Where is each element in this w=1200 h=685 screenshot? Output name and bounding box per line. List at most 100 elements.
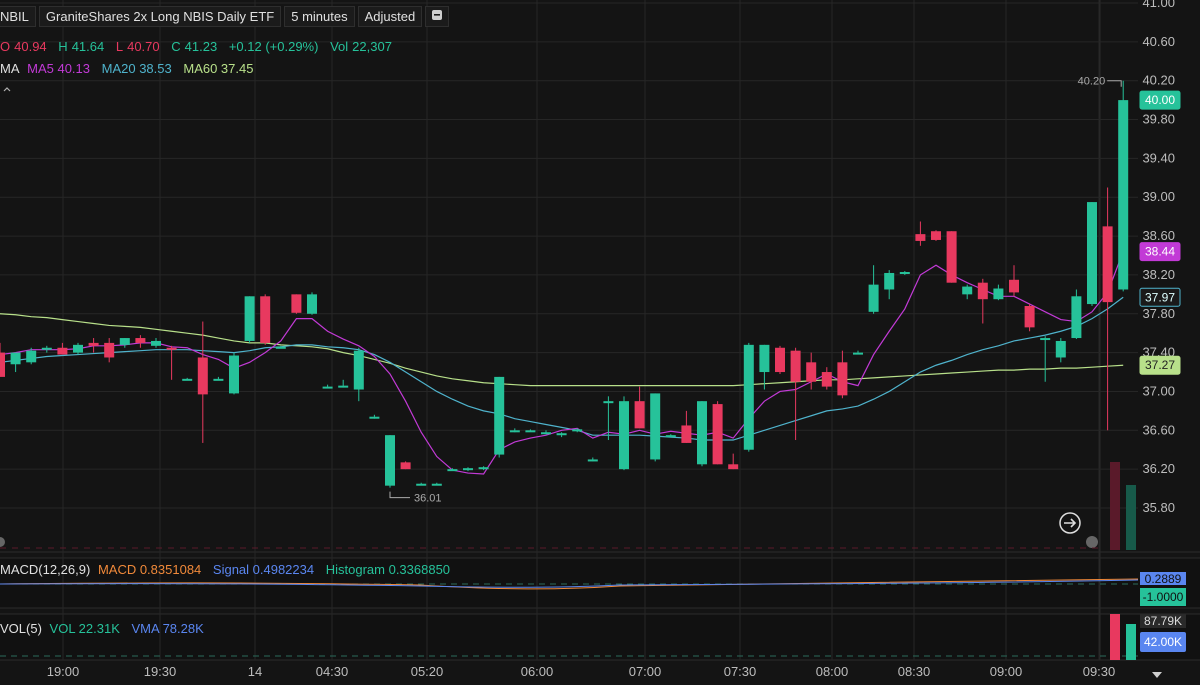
candle-body[interactable] xyxy=(244,296,255,341)
security-name: GraniteShares 2x Long NBIS Daily ETF xyxy=(38,6,282,27)
vol-label[interactable]: VOL(5) xyxy=(0,621,42,636)
candle-body[interactable] xyxy=(556,433,567,436)
candle-body[interactable] xyxy=(431,483,442,486)
candle-body[interactable] xyxy=(119,338,130,345)
candle-body[interactable] xyxy=(541,432,551,435)
candle-body[interactable] xyxy=(0,352,5,377)
candle-body[interactable] xyxy=(712,404,723,465)
candle-body[interactable] xyxy=(353,350,364,390)
time-axis-label: 08:30 xyxy=(898,664,931,679)
ma-label[interactable]: MA xyxy=(0,61,20,76)
ma20-price-tag: 37.97 xyxy=(1145,290,1175,304)
candle-body[interactable] xyxy=(291,294,302,313)
volume-value: 22,307 xyxy=(352,39,392,54)
candlestick-chart[interactable]: 41.00 40.60 40.20 39.80 39.40 39.00 38.60 38.20… xyxy=(0,0,1200,680)
candle-body[interactable] xyxy=(993,288,1004,300)
candle-body[interactable] xyxy=(1087,202,1097,305)
candle-body[interactable] xyxy=(759,344,770,373)
candle-body[interactable] xyxy=(634,401,645,429)
settings-icon[interactable] xyxy=(425,6,450,27)
candle-body[interactable] xyxy=(821,372,832,387)
candle-body[interactable] xyxy=(962,286,973,295)
candle-body[interactable] xyxy=(135,338,146,343)
ohlc-legend: O 40.94 H 41.64 L 40.70 C 41.23 +0.12 (+0.29… xyxy=(0,39,400,54)
price-axis-label: 38.60 xyxy=(1142,228,1175,243)
open-label: O xyxy=(0,39,11,54)
candle-body[interactable] xyxy=(775,347,785,373)
candle-body[interactable] xyxy=(494,376,505,455)
volume-bar xyxy=(1126,485,1136,550)
collapse-chevron-icon[interactable] xyxy=(3,81,11,95)
candle-body[interactable] xyxy=(478,467,489,470)
vol-value: VOL 22.31K xyxy=(49,621,120,636)
candle-body[interactable] xyxy=(790,350,801,382)
candle-body[interactable] xyxy=(977,282,988,300)
symbol-label[interactable]: NBIL xyxy=(0,6,36,27)
candle-body[interactable] xyxy=(915,234,926,241)
volume-panel-bar xyxy=(1110,614,1120,660)
scroll-dot-icon[interactable] xyxy=(1086,536,1098,548)
candle-body[interactable] xyxy=(572,429,583,432)
candle-body[interactable] xyxy=(1071,296,1082,339)
chart-area[interactable]: 41.00 40.60 40.20 39.80 39.40 39.00 38.60 38.20… xyxy=(0,0,1200,680)
candle-body[interactable] xyxy=(946,231,957,283)
candle-body[interactable] xyxy=(603,401,614,404)
candle-body[interactable] xyxy=(509,430,520,433)
candle-body[interactable] xyxy=(166,347,177,350)
candle-body[interactable] xyxy=(26,350,37,363)
candle-body[interactable] xyxy=(868,284,879,312)
candle-body[interactable] xyxy=(400,462,411,470)
candle-body[interactable] xyxy=(1024,306,1035,328)
candle-body[interactable] xyxy=(837,362,848,396)
candle-body[interactable] xyxy=(307,294,317,314)
candle-body[interactable] xyxy=(665,435,676,438)
time-axis-label: 19:30 xyxy=(144,664,177,679)
candle-body[interactable] xyxy=(463,468,473,471)
candle-body[interactable] xyxy=(88,342,99,346)
candle-body[interactable] xyxy=(884,272,895,290)
candle-body[interactable] xyxy=(41,347,52,350)
candle-body[interactable] xyxy=(1055,340,1066,358)
signal-value: Signal 0.4982234 xyxy=(212,562,315,577)
adjustment-selector[interactable]: Adjusted xyxy=(357,6,423,27)
candle-body[interactable] xyxy=(197,357,208,395)
candle-body[interactable] xyxy=(806,362,817,382)
signal-tag: -1.0000 xyxy=(1143,590,1184,604)
candle-body[interactable] xyxy=(853,352,863,355)
candle-body[interactable] xyxy=(1118,100,1129,290)
candle-body[interactable] xyxy=(338,385,349,388)
candle-body[interactable] xyxy=(681,425,692,443)
candle-body[interactable] xyxy=(229,355,239,394)
candle-body[interactable] xyxy=(525,430,536,433)
candle-body[interactable] xyxy=(322,386,333,389)
candle-body[interactable] xyxy=(1009,279,1019,293)
high-note-label: 40.20 xyxy=(1078,76,1106,88)
candle-body[interactable] xyxy=(743,344,754,450)
candle-body[interactable] xyxy=(57,347,68,355)
candle-body[interactable] xyxy=(416,483,427,486)
candle-body[interactable] xyxy=(385,435,395,486)
candle-body[interactable] xyxy=(447,469,458,472)
candle-body[interactable] xyxy=(1040,338,1051,341)
candle-body[interactable] xyxy=(931,231,941,240)
candle-body[interactable] xyxy=(151,340,161,346)
candle-body[interactable] xyxy=(619,401,629,470)
candle-body[interactable] xyxy=(899,272,910,275)
candle-body[interactable] xyxy=(182,378,193,381)
candle-body[interactable] xyxy=(650,393,661,460)
candle-body[interactable] xyxy=(728,464,739,470)
candle-body[interactable] xyxy=(587,459,598,462)
candle-body[interactable] xyxy=(369,416,380,419)
low-value: 40.70 xyxy=(127,39,160,54)
candle-body[interactable] xyxy=(275,346,286,349)
interval-selector[interactable]: 5 minutes xyxy=(284,6,355,27)
candle-body[interactable] xyxy=(697,401,707,465)
candle-body[interactable] xyxy=(260,296,271,343)
candle-body[interactable] xyxy=(104,342,115,358)
candle-body[interactable] xyxy=(1102,226,1113,303)
macd-label[interactable]: MACD(12,26,9) xyxy=(0,562,90,577)
candle-body[interactable] xyxy=(73,344,83,353)
vol-tag-a: 87.79K xyxy=(1144,614,1182,628)
candle-body[interactable] xyxy=(10,352,21,365)
candle-body[interactable] xyxy=(213,378,224,381)
